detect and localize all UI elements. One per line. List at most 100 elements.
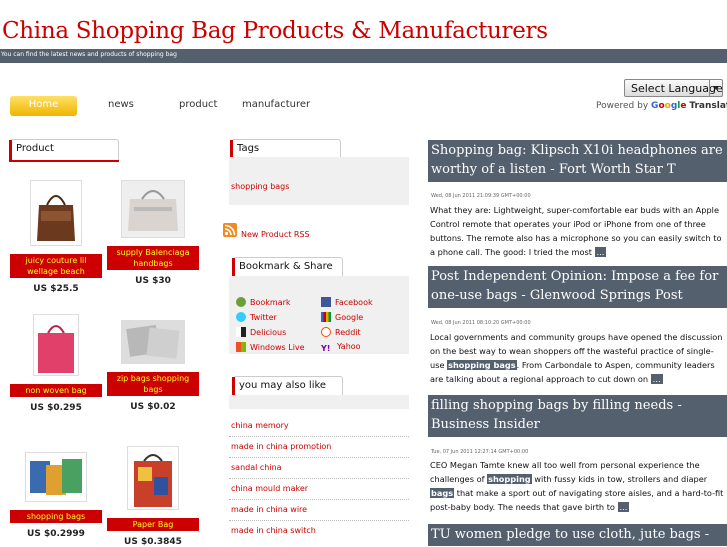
site-tagline: You can find the latest news and product… [1,51,177,58]
product-price: US $0.2999 [27,529,85,539]
also-like-link[interactable]: china mould maker [231,484,308,493]
product-name[interactable]: juicy couture lil wellage beach [10,254,102,278]
product-heading-tab: Product [9,139,119,162]
also-like-link[interactable]: made in china promotion [231,442,331,451]
also-like-heading: you may also like [239,380,327,391]
article-title[interactable]: Shopping bag: Klipsch X10i headphones ar… [428,140,727,182]
yahoo-icon: Y! [321,344,331,353]
nav-manufacturer[interactable]: manufacturer [242,99,310,110]
article-date: Wed, 08 Jun 2011 21:09:39 GMT+00:00 [431,193,531,199]
product-price: US $0.295 [30,403,82,413]
product-image[interactable] [30,180,82,246]
new-product-rss-link[interactable]: New Product RSS [241,230,310,239]
also-like-link[interactable]: china memory [231,421,289,430]
windows-live-link[interactable]: Windows Live [236,342,305,352]
delicious-label: Delicious [250,328,287,337]
product-name[interactable]: shopping bags [10,510,102,523]
translate-link[interactable]: Translate [689,101,727,111]
google-label: Google [335,313,364,322]
also-like-link[interactable]: sandal china [231,463,282,472]
keyword-highlight: shopping [487,474,532,484]
tags-heading: Tags [237,143,260,154]
product-price: US $0.02 [130,402,176,412]
divider [229,520,409,521]
nav-home[interactable]: Home [10,96,77,116]
product-image[interactable] [121,320,185,364]
read-more-link[interactable]: ... [650,374,663,384]
also-like-link[interactable]: made in china wire [231,505,307,514]
article-title[interactable]: filling shopping bags by filling needs -… [428,395,727,437]
twitter-link[interactable]: Twitter [236,312,277,322]
read-more-link[interactable]: ... [617,502,630,512]
product-price: US $25.5 [33,284,79,294]
site-title[interactable]: China Shopping Bag Products & Manufactur… [2,18,548,44]
divider [229,499,409,500]
google-logo: Google [651,101,687,111]
article-date: Tue, 07 Jun 2011 12:27:14 GMT+00:00 [431,449,529,455]
bookmark-icon [236,297,246,307]
article-text: What they are: Lightweight, super-comfor… [430,205,722,257]
product-price: US $0.3845 [124,537,182,547]
google-icon [321,312,331,322]
product-price: US $30 [135,276,171,286]
product-image[interactable] [127,446,179,510]
product-name[interactable]: non woven bag [10,384,102,397]
reddit-label: Reddit [335,328,361,337]
product-image[interactable] [25,452,87,502]
article-body: What they are: Lightweight, super-comfor… [430,203,726,259]
reddit-link[interactable]: Reddit [321,327,361,337]
top-band [0,0,727,8]
chevron-down-icon[interactable] [709,80,722,96]
divider [229,457,409,458]
nav-home-label: Home [28,99,59,110]
language-select[interactable]: Select Language [624,79,723,97]
article-title[interactable]: TU women pledge to use cloth, jute bags … [428,524,727,546]
product-name[interactable]: zip bags shopping bags [107,372,199,396]
also-like-box [229,395,409,409]
windows-live-icon [236,342,246,352]
divider [229,478,409,479]
keyword-highlight: bags [430,488,455,498]
delicious-icon [236,327,246,337]
also-like-heading-tab: you may also like [232,376,343,399]
product-item[interactable]: juicy couture lil wellage beach US $25.5 [10,180,102,294]
article-title[interactable]: Post Independent Opinion: Impose a fee f… [428,266,727,308]
google-link[interactable]: Google [321,312,363,322]
twitter-icon [236,312,246,322]
article-text: that make a sport out of navigating stor… [430,488,724,512]
article-body: Local governments and community groups h… [430,330,726,386]
bookmark-label: Bookmark [250,298,291,307]
twitter-label: Twitter [250,313,277,322]
keyword-highlight: shopping bags [447,360,517,370]
nav-news[interactable]: news [108,99,134,110]
product-image[interactable] [33,314,79,376]
facebook-icon [321,297,331,307]
product-item[interactable]: non woven bag US $0.295 [10,314,102,413]
product-item[interactable]: Paper Bag US $0.3845 [107,446,199,547]
product-image[interactable] [121,180,185,238]
tag-link[interactable]: shopping bags [231,182,289,191]
yahoo-link[interactable]: Y! Yahoo [321,342,361,354]
bookmark-link[interactable]: Bookmark [236,297,291,307]
powered-by-label: Powered by [596,101,649,111]
article-body: CEO Megan Tamte knew all too well from p… [430,458,726,514]
product-item[interactable]: shopping bags US $0.2999 [10,452,102,539]
product-item[interactable]: zip bags shopping bags US $0.02 [107,320,199,412]
facebook-link[interactable]: Facebook [321,297,373,307]
product-item[interactable]: supply Balenciaga handbags US $30 [107,180,199,286]
delicious-link[interactable]: Delicious [236,327,286,337]
article-date: Wed, 08 Jun 2011 08:10:20 GMT+00:00 [431,320,531,326]
article-text: with fussy kids in tow, strollers and di… [534,474,708,484]
yahoo-label: Yahoo [337,342,361,351]
windows-live-label: Windows Live [250,343,305,352]
nav-product[interactable]: product [179,99,217,110]
read-more-link[interactable]: ... [594,247,607,257]
tags-box [229,157,409,205]
product-name[interactable]: supply Balenciaga handbags [107,246,199,270]
tagline-bar: You can find the latest news and product… [0,49,727,63]
rss-icon[interactable] [223,223,237,237]
product-name[interactable]: Paper Bag [107,518,199,531]
powered-by-google-translate: Powered by Google Translate [596,101,727,111]
also-like-link[interactable]: made in china switch [231,526,316,535]
bookmark-heading-tab: Bookmark & Share [232,257,343,280]
